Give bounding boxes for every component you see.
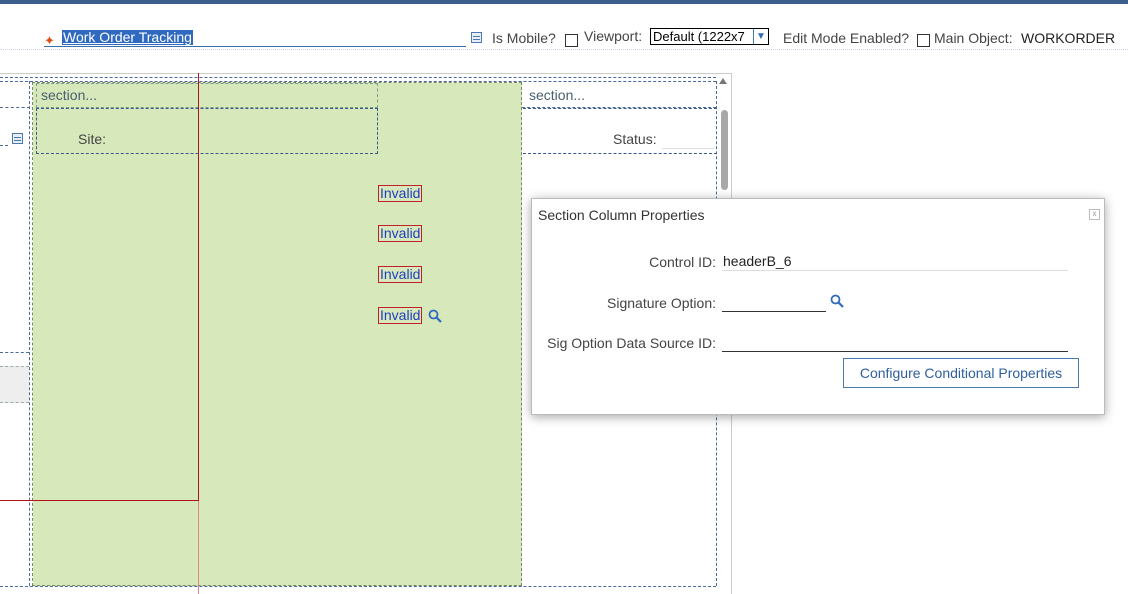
search-icon[interactable] [830, 294, 844, 308]
main-object-value: WORKORDER [1021, 30, 1116, 46]
invalid-control[interactable]: Invalid [378, 307, 423, 324]
invalid-control[interactable]: Invalid [378, 225, 423, 242]
viewport-select[interactable]: Default (1222x7 ▼ [650, 28, 769, 45]
detail-menu-icon[interactable] [471, 32, 482, 43]
dialog-title: Section Column Properties [538, 207, 705, 223]
control-id-value[interactable]: headerB_6 [723, 253, 792, 269]
invalid-control[interactable]: Invalid [378, 266, 423, 283]
section-column-properties-dialog[interactable]: Section Column Properties x Control ID: … [531, 198, 1105, 415]
signature-option-label: Signature Option: [607, 295, 716, 311]
required-star-icon: ✦ [44, 33, 55, 48]
main-object-label: Main Object: [934, 30, 1013, 46]
invalid-control[interactable]: Invalid [378, 185, 423, 202]
sig-option-ds-field[interactable] [723, 335, 1068, 351]
status-label: Status: [613, 131, 657, 147]
is-mobile-label: Is Mobile? [492, 30, 556, 46]
selection-guide-horizontal [0, 500, 199, 501]
app-title-field[interactable]: ✦ Work Order Tracking [44, 28, 466, 47]
canvas-field-stub[interactable] [0, 366, 29, 403]
scroll-up-arrow-icon[interactable] [719, 78, 727, 84]
close-icon[interactable]: x [1089, 209, 1100, 220]
canvas-guide [0, 586, 716, 587]
chevron-down-icon[interactable]: ▼ [753, 29, 768, 44]
is-mobile-checkbox[interactable] [565, 34, 578, 47]
control-id-underline [722, 270, 1068, 271]
edit-mode-label: Edit Mode Enabled? [783, 30, 910, 46]
canvas-guide [0, 81, 716, 82]
sig-option-ds-label: Sig Option Data Source ID: [547, 335, 716, 351]
viewport-label: Viewport: [584, 28, 643, 44]
edit-mode-checkbox[interactable] [917, 34, 930, 47]
signature-option-underline [722, 311, 826, 312]
canvas-guide [29, 81, 30, 586]
selected-section-column-outline [32, 82, 522, 586]
status-input-line [662, 148, 714, 149]
site-label: Site: [78, 131, 107, 147]
app-title[interactable]: Work Order Tracking [62, 30, 193, 45]
canvas-guide [0, 352, 29, 353]
search-icon[interactable] [428, 309, 442, 323]
selection-guide-vertical [198, 73, 199, 501]
signature-option-field[interactable] [723, 295, 827, 311]
header-divider [0, 49, 1128, 50]
vertical-scrollbar-thumb[interactable] [721, 110, 728, 190]
detail-menu-icon[interactable] [12, 133, 23, 144]
section-label-right: section... [529, 87, 586, 103]
top-accent-bar [0, 0, 1128, 4]
selection-guide-vertical-faint [198, 501, 199, 594]
sig-option-ds-underline [722, 351, 1068, 352]
configure-conditional-properties-button[interactable]: Configure Conditional Properties [843, 358, 1079, 388]
control-id-label: Control ID: [649, 254, 716, 270]
canvas-guide [0, 107, 30, 108]
section-label-left: section... [41, 87, 98, 103]
canvas-guide [0, 145, 8, 146]
canvas-guide [0, 77, 716, 78]
viewport-value: Default (1222x7 [653, 29, 745, 44]
